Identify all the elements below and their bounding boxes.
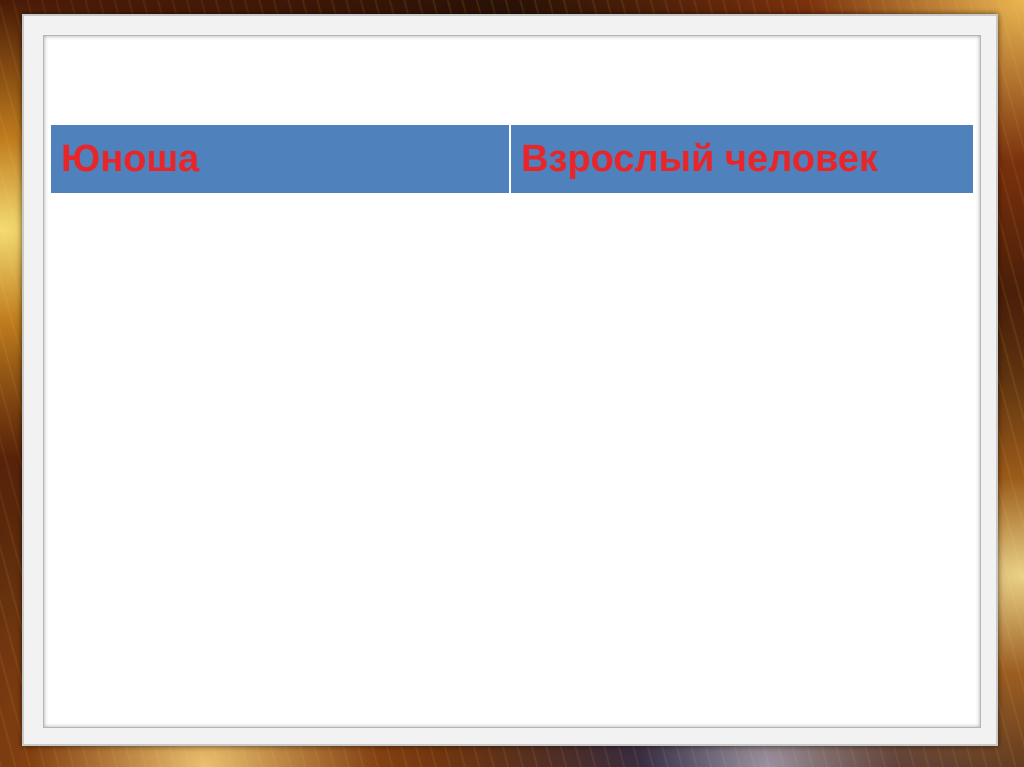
table-header-cell-youth: Юноша xyxy=(51,125,511,193)
comparison-table: Юноша Взрослый человек xyxy=(51,125,973,193)
table-header-cell-adult: Взрослый человек xyxy=(511,125,973,193)
slide-frame xyxy=(22,14,998,746)
